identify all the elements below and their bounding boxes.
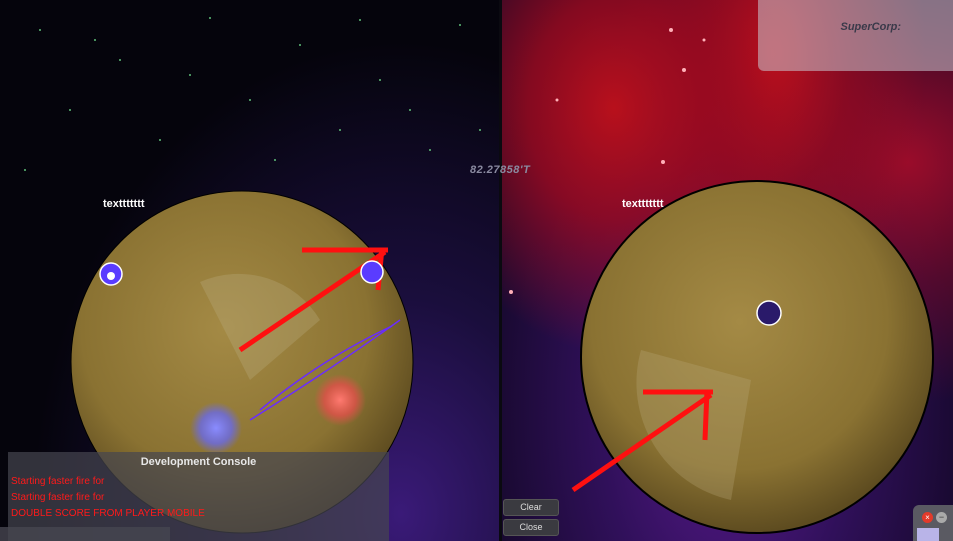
right-viewport: texttttttt [501, 0, 953, 541]
starfield [24, 17, 481, 171]
console-input-bar[interactable] [0, 527, 170, 541]
split-divider [499, 0, 502, 541]
right-scene [509, 28, 934, 534]
enemy-ship-left-2 [360, 260, 384, 284]
corp-name: SuperCorp: [840, 21, 902, 33]
power-orb [314, 374, 366, 426]
console-title: Development Console [140, 456, 257, 468]
close-button[interactable]: Close [503, 519, 559, 536]
shield-orb [190, 402, 242, 454]
minimize-icon[interactable]: − [936, 512, 947, 523]
corp-panel: SuperCorp: [758, 0, 953, 71]
console-line: DOUBLE SCORE FROM PLAYER MOBILE [11, 508, 205, 519]
ship-core [107, 272, 115, 280]
grid-menu-icon[interactable] [917, 528, 939, 541]
player-label-left: texttttttt [103, 198, 145, 210]
planet-right [580, 180, 934, 534]
game-timer: 82.27858'T [470, 164, 531, 176]
player-label-right: texttttttt [622, 198, 664, 210]
close-icon[interactable]: × [922, 512, 933, 523]
console-line: Starting faster fire for [11, 492, 105, 503]
clear-button[interactable]: Clear [503, 499, 559, 516]
console-log: Starting faster fire for Starting faster… [8, 474, 389, 522]
enemy-ship-right [756, 300, 782, 326]
window-controls: × − [913, 505, 953, 541]
console-line: Starting faster fire for [11, 476, 105, 487]
